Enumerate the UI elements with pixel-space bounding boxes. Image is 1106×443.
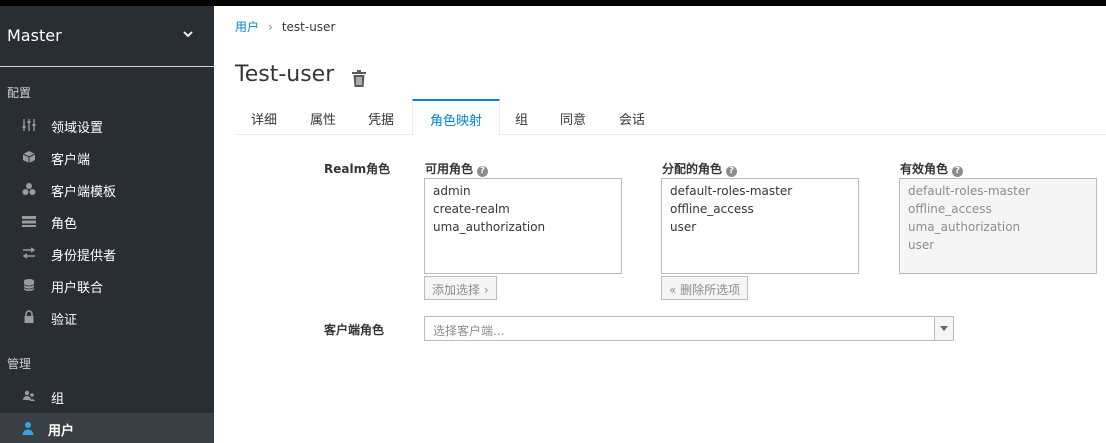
tab-credentials[interactable]: 凭据 [368,99,394,135]
breadcrumb-separator: › [268,20,273,34]
cubes-icon [22,183,36,195]
list-item[interactable]: create-realm [433,200,613,218]
list-item: default-roles-master [908,184,1031,198]
sidebar-item-users[interactable]: 用户 [0,413,214,443]
list-item: uma_authorization [908,220,1021,234]
cube-icon [22,151,36,163]
section-manage: 管理 [7,357,32,371]
users-icon [23,390,35,401]
page-title: Test-user [235,62,335,87]
tab-groups[interactable]: 组 [515,99,528,135]
effective-roles-list: default-roles-master offline_access uma_… [899,178,1097,274]
list-item: user [908,238,935,252]
client-roles-label: 客户端角色 [324,323,385,337]
available-roles-title: 可用角色 [425,162,474,176]
realm-name: Master [7,26,62,45]
sidebar-item-label: 客户端模板 [51,185,117,200]
list-item[interactable]: uma_authorization [433,218,613,236]
sidebar-item-user-federation[interactable]: 用户联合 [0,270,214,300]
sidebar-item-groups[interactable]: 组 [0,381,214,411]
sidebar-item-label: 身份提供者 [51,249,117,264]
tab-role-mappings[interactable]: 角色映射 [412,99,500,136]
list-item[interactable]: user [670,218,850,236]
breadcrumb-users-link[interactable]: 用户 [235,20,259,34]
chevron-down-icon [183,31,193,38]
sidebar-item-label: 验证 [51,313,78,328]
exchange-icon [22,247,36,259]
realm-roles-label: Realm角色 [324,162,391,176]
effective-roles-header: 有效角色? [900,160,964,177]
main-content: 用户 › test-user Test-user 详细 属性 凭据 角色映射 组 同… [214,6,1106,438]
available-roles-list[interactable]: admin create-realm uma_authorization [424,178,622,274]
list-item[interactable]: admin [433,182,613,200]
help-icon[interactable]: ? [952,166,964,177]
database-icon [23,279,35,291]
trash-icon[interactable] [351,70,367,87]
breadcrumb-current: test-user [281,20,336,34]
assigned-roles-title: 分配的角色 [662,162,723,176]
sidebar-item-label: 领域设置 [51,121,104,136]
assigned-roles-header: 分配的角色? [662,160,738,177]
sidebar-item-client-templates[interactable]: 客户端模板 [0,174,214,204]
help-icon[interactable]: ? [726,166,738,177]
lock-icon [24,310,34,323]
tab-details[interactable]: 详细 [251,99,277,135]
remove-selected-button[interactable]: « 删除所选项 [661,276,749,300]
help-icon[interactable]: ? [477,166,489,177]
list-icon [22,216,36,227]
list-item: offline_access [908,202,992,216]
sidebar: Master 配置 领域设置 客户端 客户端模板 角色 身份提供者 用户联合 验… [0,6,214,443]
effective-roles-title: 有效角色 [900,162,949,176]
assigned-roles-list[interactable]: default-roles-master offline_access user [661,178,859,274]
available-roles-header: 可用角色? [425,160,489,177]
sidebar-item-identity-providers[interactable]: 身份提供者 [0,238,214,268]
list-item[interactable]: default-roles-master [670,182,850,200]
client-select[interactable]: 选择客户端... [424,316,954,341]
breadcrumb: 用户 › test-user [235,18,335,35]
tab-sessions[interactable]: 会话 [619,99,645,135]
sidebar-item-label: 客户端 [51,153,91,168]
sidebar-item-clients[interactable]: 客户端 [0,142,214,172]
list-item[interactable]: offline_access [670,200,850,218]
sidebar-item-roles[interactable]: 角色 [0,206,214,236]
client-select-placeholder: 选择客户端... [433,324,505,338]
tab-bar: 详细 属性 凭据 角色映射 组 同意 会话 [235,99,1106,136]
user-icon [22,422,34,435]
sidebar-item-label: 用户 [48,424,75,439]
sidebar-item-authentication[interactable]: 验证 [0,302,214,332]
realm-selector[interactable]: Master [0,6,214,67]
sidebar-item-label: 角色 [51,217,78,232]
add-selected-button[interactable]: 添加选择 › [424,276,497,300]
caret-down-icon[interactable] [934,317,953,340]
tab-attributes[interactable]: 属性 [310,99,336,135]
sidebar-item-realm-settings[interactable]: 领域设置 [0,110,214,140]
sliders-icon [22,119,36,131]
sidebar-item-label: 用户联合 [51,281,104,296]
tab-consents[interactable]: 同意 [560,99,586,135]
sidebar-item-label: 组 [51,392,65,407]
section-config: 配置 [7,86,32,100]
